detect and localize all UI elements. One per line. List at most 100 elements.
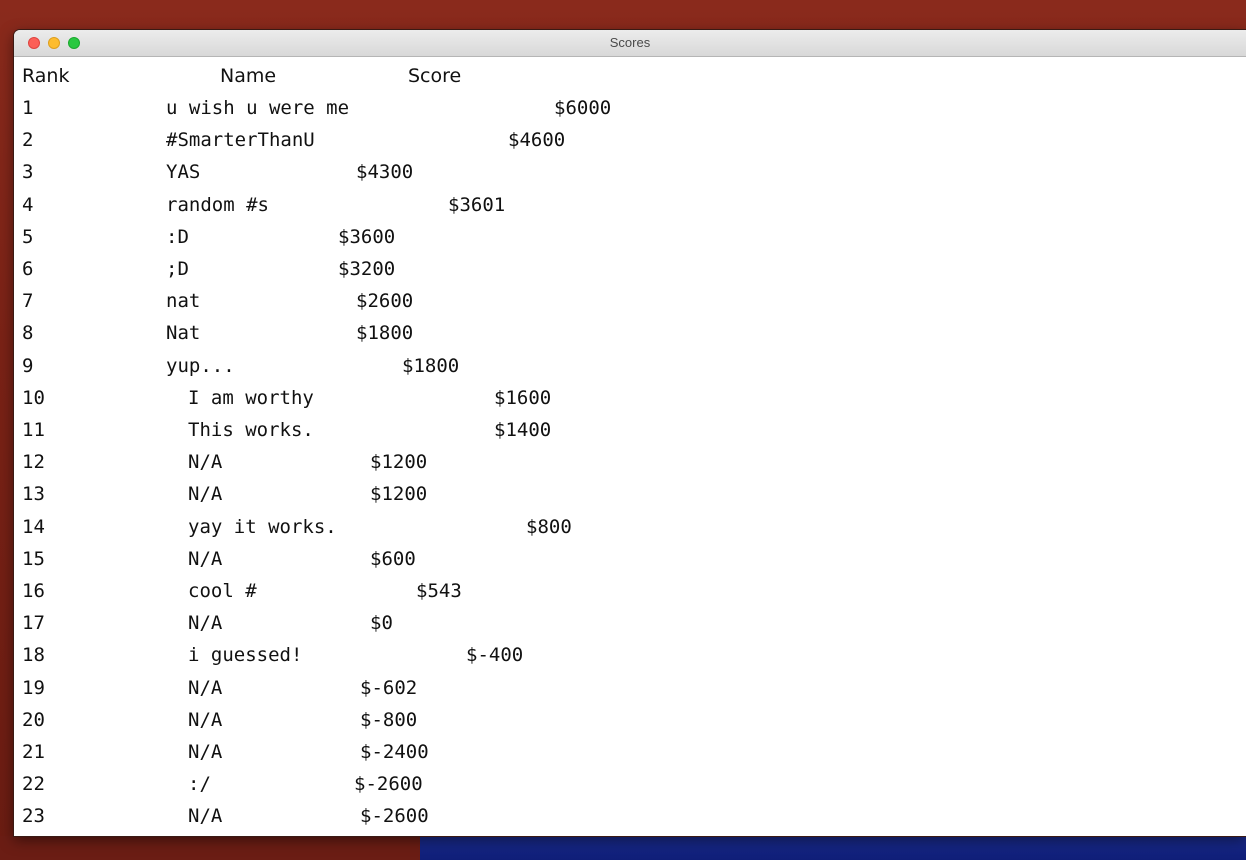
score-cell: $1200 (370, 451, 428, 474)
name-cell: N/A (188, 805, 223, 828)
score-cell: $1800 (402, 354, 460, 377)
name-cell: N/A (188, 547, 223, 570)
name-cell: :D (166, 225, 189, 248)
rank-cell: 7 (22, 290, 34, 313)
name-cell: random #s (166, 193, 269, 216)
rank-cell: 1 (22, 97, 34, 119)
score-cell: $2600 (356, 290, 414, 313)
desktop-background (0, 836, 420, 860)
name-cell: N/A (188, 708, 223, 731)
score-cell: $-800 (360, 708, 418, 731)
score-cell: $1800 (356, 322, 414, 345)
rank-cell: 13 (22, 483, 45, 506)
name-cell: This works. (188, 419, 314, 441)
score-cell: $543 (416, 580, 462, 602)
score-cell: $-2600 (354, 773, 423, 796)
rank-cell: 15 (22, 547, 45, 570)
rank-cell: 4 (22, 193, 34, 216)
table-row: 14 yay it works. $800 (14, 515, 1214, 547)
table-row: 7 nat $2600 (14, 289, 1214, 321)
name-cell: YAS (166, 161, 201, 184)
rank-cell: 11 (22, 419, 45, 441)
table-row: 5 :D $3600 (14, 225, 1214, 257)
score-cell: $6000 (554, 97, 612, 119)
table-row: 18 i guessed! $-400 (14, 643, 1214, 675)
rank-cell: 10 (22, 386, 45, 409)
score-cell: $4600 (508, 129, 566, 152)
table-row: 17 N/A $0 (14, 611, 1214, 643)
score-cell: $0 (370, 612, 393, 635)
table-row: 23 N/A $-2600 (14, 804, 1214, 836)
score-cell: $1200 (370, 483, 428, 506)
rank-cell: 14 (22, 515, 45, 538)
score-cell: $-602 (360, 676, 418, 699)
table-row: 10 I am worthy $1600 (14, 386, 1214, 418)
table-row: 2 #SmarterThanU $4600 (14, 128, 1214, 160)
scores-window: Scores Rank Name Score 1 u wish u were me… (14, 30, 1246, 836)
name-cell: N/A (188, 451, 223, 474)
table-row: 4 random #s $3601 (14, 193, 1214, 225)
name-cell: N/A (188, 676, 223, 699)
score-cell: $800 (526, 515, 572, 538)
table-row: 22 :/ $-2600 (14, 772, 1214, 804)
rank-cell: 23 (22, 805, 45, 828)
table-row: 15 N/A $600 (14, 547, 1214, 579)
score-cell: $3200 (338, 258, 396, 280)
rank-cell: 18 (22, 644, 45, 667)
score-cell: $-2600 (360, 805, 429, 828)
header-rank: Rank (22, 65, 70, 87)
table-row: 6 ;D $3200 (14, 257, 1214, 289)
name-cell: nat (166, 290, 201, 313)
table-row: 19 N/A $-602 (14, 676, 1214, 708)
rank-cell: 22 (22, 773, 45, 796)
rank-cell: 20 (22, 708, 45, 731)
name-cell: N/A (188, 612, 223, 635)
name-cell: u wish u were me (166, 97, 350, 119)
score-cell: $3600 (338, 225, 396, 248)
score-cell: $1600 (494, 386, 552, 409)
rank-cell: 19 (22, 676, 45, 699)
rank-cell: 8 (22, 322, 34, 345)
score-cell: $1400 (494, 419, 552, 441)
table-row: 11 This works. $1400 (14, 418, 1214, 450)
rank-cell: 3 (22, 161, 34, 184)
name-cell: yay it works. (188, 515, 337, 538)
score-cell: $4300 (356, 161, 414, 184)
table-row: 21 N/A $-2400 (14, 740, 1214, 772)
rank-cell: 2 (22, 129, 34, 152)
score-cell: $-2400 (360, 741, 429, 763)
name-cell: N/A (188, 741, 223, 763)
score-cell: $-400 (466, 644, 524, 667)
table-row: 8 Nat $1800 (14, 321, 1214, 353)
rank-cell: 9 (22, 354, 34, 377)
score-cell: $600 (370, 547, 416, 570)
table-row: 12 N/A $1200 (14, 450, 1214, 482)
window-title: Scores (609, 35, 651, 50)
table-header: Rank Name Score (14, 64, 1214, 96)
name-cell: #SmarterThanU (166, 129, 315, 152)
table-row: 9 yup... $1800 (14, 354, 1214, 386)
name-cell: I am worthy (188, 386, 314, 409)
rank-cell: 17 (22, 612, 45, 635)
name-cell: cool # (188, 580, 257, 602)
table-row: 20 N/A $-800 (14, 708, 1214, 740)
name-cell: yup... (166, 354, 235, 377)
title-bar[interactable]: Scores (14, 30, 1246, 57)
name-cell: ;D (166, 258, 189, 280)
name-cell: :/ (188, 773, 211, 796)
rank-cell: 6 (22, 258, 34, 280)
score-cell: $3601 (448, 193, 506, 216)
desktop-background-blue (420, 836, 1246, 860)
table-row: 1 u wish u were me $6000 (14, 96, 1214, 128)
rank-cell: 16 (22, 580, 45, 602)
header-score: Score (408, 65, 462, 87)
name-cell: N/A (188, 483, 223, 506)
rank-cell: 21 (22, 741, 45, 763)
rank-cell: 5 (22, 225, 34, 248)
table-row: 13 N/A $1200 (14, 482, 1214, 514)
rank-cell: 12 (22, 451, 45, 474)
name-cell: Nat (166, 322, 201, 345)
table-row: 3 YAS $4300 (14, 160, 1214, 192)
table-row: 16 cool # $543 (14, 579, 1214, 611)
name-cell: i guessed! (188, 644, 303, 667)
